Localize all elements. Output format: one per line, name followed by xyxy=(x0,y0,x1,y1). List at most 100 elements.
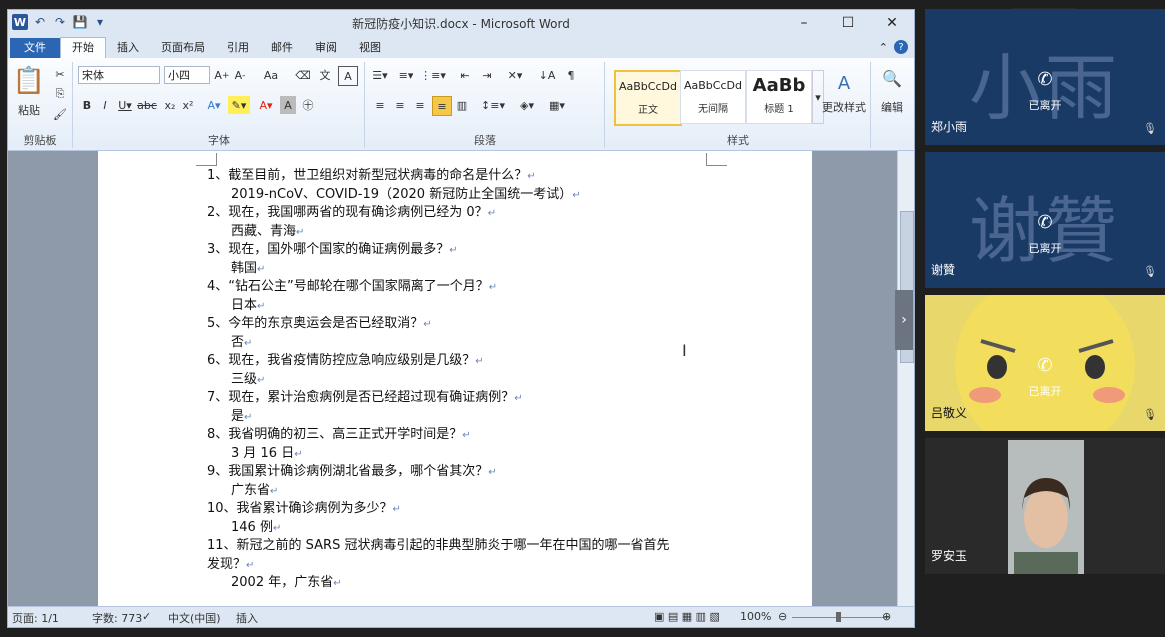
view-buttons-icon[interactable]: ▣ ▤ ▦ ▥ ▧ xyxy=(654,610,720,623)
change-styles-button[interactable]: 更改样式 xyxy=(820,100,868,114)
increase-indent-icon[interactable]: ⇥ xyxy=(478,66,496,84)
close-icon[interactable]: ✕ xyxy=(870,10,914,36)
answer-line[interactable]: 西藏、青海↵ xyxy=(207,223,707,242)
font-name-combo[interactable]: 宋体 xyxy=(78,66,160,84)
zoom-slider[interactable] xyxy=(792,617,890,618)
bold-icon[interactable]: B xyxy=(80,96,94,114)
insert-mode[interactable]: 插入 xyxy=(236,610,258,626)
zoom-slider-knob[interactable] xyxy=(836,612,841,622)
shrink-font-icon[interactable]: A- xyxy=(232,66,248,84)
help-icon[interactable]: ? xyxy=(894,40,908,54)
answer-line[interactable]: 146 例↵ xyxy=(207,519,707,538)
question-line[interactable]: 6、现在，我省疫情防控应急响应级别是几级？↵ xyxy=(207,352,707,371)
paste-button[interactable]: 粘贴 xyxy=(12,102,46,118)
align-center-icon[interactable]: ≡ xyxy=(392,96,408,114)
editing-button[interactable]: 编辑 xyxy=(874,100,910,114)
tab-home[interactable]: 开始 xyxy=(60,37,106,58)
subscript-icon[interactable]: x₂ xyxy=(162,96,178,114)
cut-icon[interactable]: ✂ xyxy=(52,66,68,82)
change-styles-icon[interactable]: A xyxy=(826,72,862,94)
question-line[interactable]: 3、现在，国外哪个国家的确证病例最多？↵ xyxy=(207,241,707,260)
strikethrough-icon[interactable]: abc xyxy=(137,96,157,114)
tab-file[interactable]: 文件 xyxy=(10,38,60,58)
answer-line[interactable]: 2002 年，广东省↵ xyxy=(207,574,707,593)
paste-icon[interactable]: 📋 xyxy=(12,64,46,98)
char-border-icon[interactable]: A xyxy=(338,66,358,86)
proofing-icon[interactable]: ✓ xyxy=(142,610,151,623)
answer-line[interactable]: 2019-nCoV、COVID-19（2020 新冠防止全国统一考试）↵ xyxy=(207,186,707,205)
char-shading-icon[interactable]: A xyxy=(280,96,296,114)
question-line[interactable]: 1、截至目前，世卫组织对新型冠状病毒的命名是什么？↵ xyxy=(207,167,707,186)
participant-tile[interactable]: 罗安玉 xyxy=(925,438,1165,574)
grow-font-icon[interactable]: A + xyxy=(214,66,230,84)
participant-tile[interactable]: 小雨 ✆ 已离开 郑小雨 🎙 xyxy=(925,9,1165,145)
minimize-icon[interactable]: – xyxy=(782,10,826,36)
enclose-char-icon[interactable]: ㊉ xyxy=(300,96,316,114)
answer-line[interactable]: 日本↵ xyxy=(207,297,707,316)
answer-line[interactable]: 韩国↵ xyxy=(207,260,707,279)
language[interactable]: 中文(中国) xyxy=(168,610,221,626)
superscript-icon[interactable]: x² xyxy=(180,96,196,114)
text-effects-icon[interactable]: A▾ xyxy=(204,96,224,114)
question-line[interactable]: 4、“钻石公主”号邮轮在哪个国家隔离了一个月？↵ xyxy=(207,278,707,297)
show-marks-icon[interactable]: ¶ xyxy=(562,66,580,84)
maximize-icon[interactable]: ☐ xyxy=(826,10,870,36)
align-left-icon[interactable]: ≡ xyxy=(372,96,388,114)
collapse-ribbon-icon[interactable]: ⌃ xyxy=(879,41,888,54)
question-line[interactable]: 9、我国累计确诊病例湖北省最多，哪个省其次？↵ xyxy=(207,463,707,482)
zoom-level[interactable]: 100% xyxy=(740,610,771,623)
tab-insert[interactable]: 插入 xyxy=(106,38,150,58)
italic-icon[interactable]: I xyxy=(98,96,112,114)
font-color-icon[interactable]: A▾ xyxy=(256,96,276,114)
bullets-icon[interactable]: ☰▾ xyxy=(370,66,390,84)
style-no-spacing[interactable]: AaBbCcDd 无间隔 xyxy=(680,70,746,124)
tab-view[interactable]: 视图 xyxy=(348,38,392,58)
decrease-indent-icon[interactable]: ⇤ xyxy=(456,66,474,84)
participant-tile[interactable]: ✆ 已离开 吕敬义 🎙 xyxy=(925,295,1165,431)
align-right-icon[interactable]: ≡ xyxy=(412,96,428,114)
question-line[interactable]: 8、我省明确的初三、高三正式开学时间是？↵ xyxy=(207,426,707,445)
distributed-icon[interactable]: ▥ xyxy=(454,96,470,114)
document-text[interactable]: 1、截至目前，世卫组织对新型冠状病毒的命名是什么？↵ 2019-nCoV、COVI… xyxy=(207,167,707,593)
line-spacing-icon[interactable]: ↕≡▾ xyxy=(481,96,505,114)
shading-icon[interactable]: ◈▾ xyxy=(516,96,538,114)
sort-icon[interactable]: ↓A xyxy=(538,66,556,84)
tab-review[interactable]: 审阅 xyxy=(304,38,348,58)
question-line[interactable]: 发现？↵ xyxy=(207,556,707,575)
styles-more-icon[interactable]: ▾ xyxy=(812,70,824,124)
find-icon[interactable]: 🔍 xyxy=(880,66,904,90)
answer-line[interactable]: 否↵ xyxy=(207,334,707,353)
tab-references[interactable]: 引用 xyxy=(216,38,260,58)
answer-line[interactable]: 三级↵ xyxy=(207,371,707,390)
tab-page-layout[interactable]: 页面布局 xyxy=(150,38,216,58)
answer-line[interactable]: 广东省↵ xyxy=(207,482,707,501)
style-heading1[interactable]: AaBb 标题 1 xyxy=(746,70,812,124)
question-line[interactable]: 11、新冠之前的 SARS 冠状病毒引起的非典型肺炎于哪一年在中国的哪一省首先 xyxy=(207,537,707,556)
document-page[interactable]: 1、截至目前，世卫组织对新型冠状病毒的命名是什么？↵ 2019-nCoV、COVI… xyxy=(98,151,812,607)
style-normal[interactable]: AaBbCcDd 正文 xyxy=(614,70,682,126)
zoom-in-icon[interactable]: ⊕ xyxy=(882,610,891,623)
copy-icon[interactable]: ⎘ xyxy=(52,86,68,102)
font-size-combo[interactable]: 小四 xyxy=(164,66,210,84)
phonetic-guide-icon[interactable]: 文 xyxy=(316,66,334,84)
highlight-icon[interactable]: ✎▾ xyxy=(228,96,250,114)
participant-tile[interactable]: 谢贊 ✆ 已离开 谢贊 🎙 xyxy=(925,152,1165,288)
underline-icon[interactable]: U▾ xyxy=(116,96,134,114)
answer-line[interactable]: 3 月 16 日↵ xyxy=(207,445,707,464)
justify-icon[interactable]: ≡ xyxy=(432,96,452,116)
change-case-icon[interactable]: Aa xyxy=(260,66,282,84)
clear-format-icon[interactable]: ⌫ xyxy=(294,66,312,84)
answer-line[interactable]: 是↵ xyxy=(207,408,707,427)
format-painter-icon[interactable]: 🖌 xyxy=(52,106,68,122)
tab-mailings[interactable]: 邮件 xyxy=(260,38,304,58)
question-line[interactable]: 7、现在，累计治愈病例是否已经超过现有确证病例？↵ xyxy=(207,389,707,408)
zoom-out-icon[interactable]: ⊖ xyxy=(778,610,787,623)
borders-icon[interactable]: ▦▾ xyxy=(546,96,568,114)
multilevel-list-icon[interactable]: ⋮≡▾ xyxy=(420,66,446,84)
question-line[interactable]: 10、我省累计确诊病例为多少？↵ xyxy=(207,500,707,519)
word-count[interactable]: 字数: 773 xyxy=(92,610,142,626)
page-count[interactable]: 页面: 1/1 xyxy=(12,610,59,626)
vertical-scrollbar[interactable] xyxy=(897,151,914,607)
question-line[interactable]: 2、现在，我国哪两省的现有确诊病例已经为 0？↵ xyxy=(207,204,707,223)
question-line[interactable]: 5、今年的东京奥运会是否已经取消？↵ xyxy=(207,315,707,334)
